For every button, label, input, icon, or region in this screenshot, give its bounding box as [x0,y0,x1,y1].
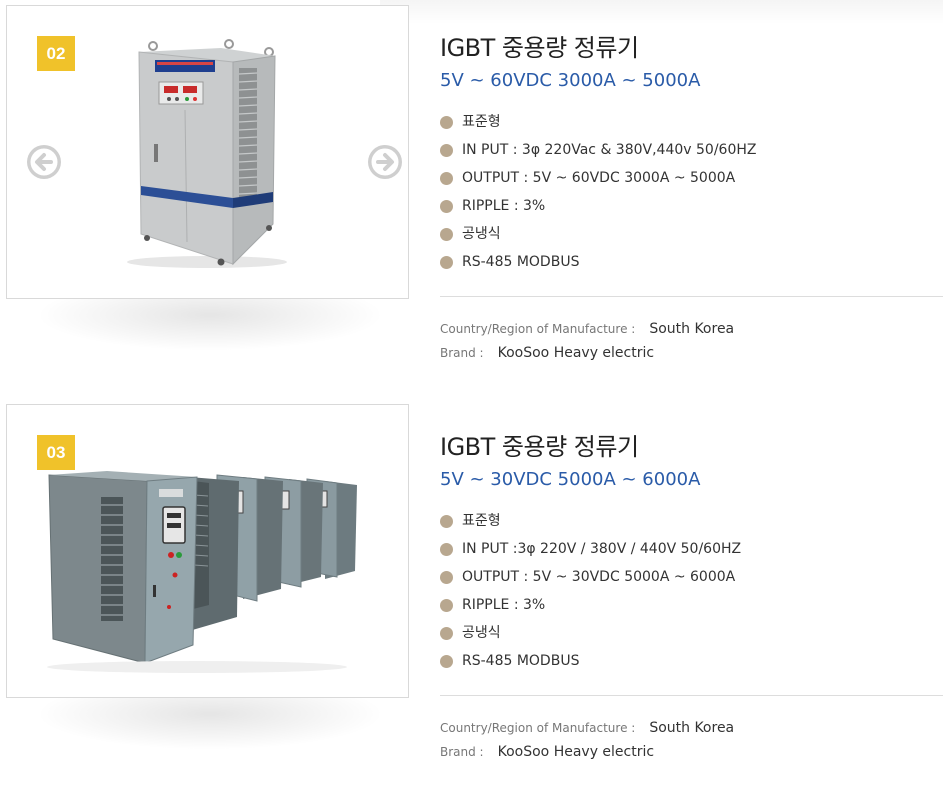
bullet-icon [440,256,453,269]
spec-item: RS-485 MODBUS [440,647,741,675]
product-card: 02 IGBT 중용량 정류기 5V ~ 60VDC 3000A ~ 5000A… [0,0,943,395]
bullet-icon [440,172,453,185]
spec-item: 공냉식 [440,619,741,647]
bullet-icon [440,228,453,241]
country-label: Country/Region of Manufacture : [440,322,636,336]
bullet-icon [440,627,453,640]
spec-text: 공냉식 [462,226,501,242]
spec-item: 표준형 [440,108,756,136]
arrow-left-circle-icon[interactable] [27,145,61,179]
spec-text: 표준형 [462,114,501,130]
spec-text: RS-485 MODBUS [462,653,580,669]
bullet-icon [440,144,453,157]
spec-list: 표준형 IN PUT :3φ 220V / 380V / 440V 50/60H… [440,507,741,675]
product-number-badge: 02 [37,36,75,71]
spec-text: 표준형 [462,513,501,529]
bullet-icon [440,599,453,612]
spec-text: OUTPUT : 5V ~ 30VDC 5000A ~ 6000A [462,569,736,585]
brand-value: KooSoo Heavy electric [497,744,655,760]
spec-text: RIPPLE : 3% [462,198,546,214]
spec-text: RIPPLE : 3% [462,597,546,613]
spec-list: 표준형 IN PUT : 3φ 220Vac & 380V,440v 50/60… [440,108,756,276]
spec-text: IN PUT : 3φ 220Vac & 380V,440v 50/60HZ [462,142,757,158]
bullet-icon [440,571,453,584]
spec-item: OUTPUT : 5V ~ 30VDC 5000A ~ 6000A [440,563,741,591]
product-number-badge: 03 [37,435,75,470]
spec-item: RIPPLE : 3% [440,591,741,619]
spec-item: IN PUT :3φ 220V / 380V / 440V 50/60HZ [440,535,741,563]
brand-label: Brand : [440,346,484,360]
spec-item: RS-485 MODBUS [440,248,756,276]
country-value: South Korea [649,321,735,337]
spec-text: OUTPUT : 5V ~ 60VDC 3000A ~ 5000A [462,170,736,186]
spec-item: OUTPUT : 5V ~ 60VDC 3000A ~ 5000A [440,164,756,192]
spec-item: 공냉식 [440,220,756,248]
top-shadow [380,0,943,24]
bullet-icon [440,543,453,556]
arrow-right-circle-icon[interactable] [368,145,402,179]
brand-row: Brand : KooSoo Heavy electric [440,342,654,361]
bullet-icon [440,116,453,129]
divider [440,695,943,696]
bullet-icon [440,655,453,668]
spec-item: IN PUT : 3φ 220Vac & 380V,440v 50/60HZ [440,136,756,164]
product-list-page: 02 IGBT 중용량 정류기 5V ~ 60VDC 3000A ~ 5000A… [0,0,943,786]
product-image[interactable]: 03 [6,404,409,698]
divider [440,296,943,297]
spec-item: RIPPLE : 3% [440,192,756,220]
spec-text: 공냉식 [462,625,501,641]
product-title: IGBT 중용량 정류기 [440,34,639,62]
product-title: IGBT 중용량 정류기 [440,433,639,461]
bullet-icon [440,515,453,528]
country-label: Country/Region of Manufacture : [440,721,636,735]
product-image-slider[interactable]: 02 [6,5,409,299]
brand-row: Brand : KooSoo Heavy electric [440,741,654,760]
brand-label: Brand : [440,745,484,759]
product-card: 03 IGBT 중용량 정류기 5V ~ 30VDC 5000A ~ 6000A… [0,399,943,786]
brand-value: KooSoo Heavy electric [497,345,655,361]
product-subtitle: 5V ~ 30VDC 5000A ~ 6000A [440,469,701,490]
spec-text: IN PUT :3φ 220V / 380V / 440V 50/60HZ [462,541,742,557]
product-subtitle: 5V ~ 60VDC 3000A ~ 5000A [440,70,701,91]
spec-item: 표준형 [440,507,741,535]
country-row: Country/Region of Manufacture : South Kor… [440,318,734,337]
spec-text: RS-485 MODBUS [462,254,580,270]
country-row: Country/Region of Manufacture : South Kor… [440,717,734,736]
country-value: South Korea [649,720,735,736]
bullet-icon [440,200,453,213]
